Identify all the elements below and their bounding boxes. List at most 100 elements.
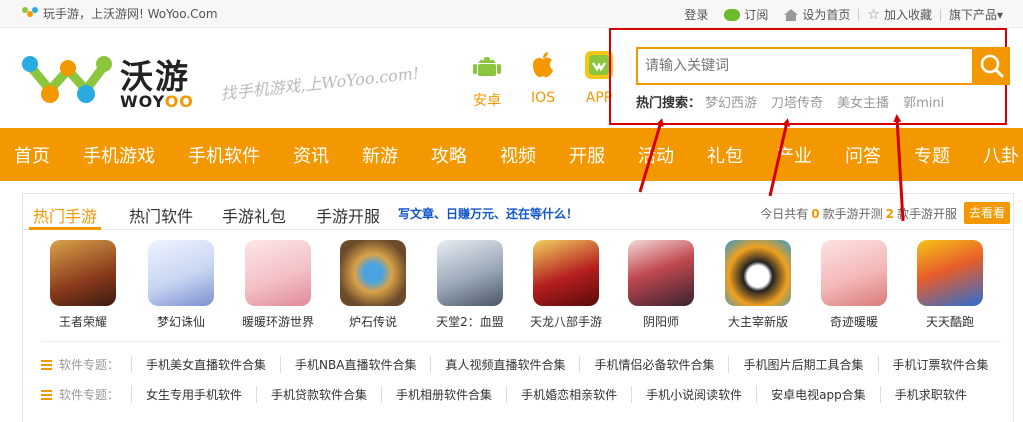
game-card[interactable]: 奇迹暖暖 xyxy=(807,240,901,330)
game-name: 奇迹暖暖 xyxy=(829,315,878,329)
nav-item-guides[interactable]: 攻略 xyxy=(431,142,467,168)
game-thumbnail xyxy=(50,240,116,306)
nav-item-videos[interactable]: 视频 xyxy=(500,142,536,168)
nav-item-gossip[interactable]: 八卦 xyxy=(983,142,1019,168)
active-tab-indicator xyxy=(29,227,101,230)
tab-game-gifts[interactable]: 手游礼包 xyxy=(222,203,286,227)
platform-android-label: 安卓 xyxy=(473,93,501,109)
game-card[interactable]: 梦幻诛仙 xyxy=(134,240,228,330)
game-card[interactable]: 暖暖环游世界 xyxy=(231,240,325,330)
hot-content-panel: 热门手游 热门软件 手游礼包 手游开服 写文章、日赚万元、还在等什么！ 今日共有… xyxy=(22,193,1014,422)
topic-link[interactable]: 手机订票软件合集 xyxy=(877,355,1003,373)
topic-link[interactable]: 手机图片后期工具合集 xyxy=(728,355,877,373)
game-thumbnail xyxy=(628,240,694,306)
game-thumbnail xyxy=(725,240,791,306)
nav-item-server-open[interactable]: 开服 xyxy=(569,142,605,168)
hot-search-label: 热门搜索： xyxy=(636,96,702,111)
login-link[interactable]: 登录 xyxy=(676,6,716,23)
star-icon: ☆ xyxy=(867,6,880,23)
favorite-link[interactable]: ☆ 加入收藏 xyxy=(859,6,940,23)
list-icon xyxy=(41,359,52,370)
test-count: 0 xyxy=(811,207,820,221)
topic-link[interactable]: 手机美女直播软件合集 xyxy=(131,355,280,373)
game-thumbnail xyxy=(340,240,406,306)
nav-item-industry[interactable]: 产业 xyxy=(776,142,812,168)
platform-ios[interactable]: IOS xyxy=(523,50,563,110)
top-links: 登录 订阅 设为首页 ☆ 加入收藏 旗下产品▾ xyxy=(676,6,1011,23)
platform-links: 安卓 IOS APP xyxy=(467,50,619,110)
home-icon xyxy=(784,8,799,21)
nav-item-events[interactable]: 活动 xyxy=(638,142,674,168)
game-card[interactable]: 阴阳师 xyxy=(614,240,708,330)
list-icon xyxy=(41,389,52,400)
game-card[interactable]: 天堂2：血盟 xyxy=(423,240,517,330)
site-slogan: 玩手游，上沃游网! WoYoo.Com xyxy=(22,5,218,22)
hot-search-term[interactable]: 郭mini xyxy=(903,92,944,111)
game-name: 天天酷跑 xyxy=(925,315,974,329)
topic-link[interactable]: 手机相册软件合集 xyxy=(381,385,506,403)
game-name: 王者荣耀 xyxy=(58,315,107,329)
game-card[interactable]: 天龙八部手游 xyxy=(519,240,613,330)
logo-chinese-name: 沃游 xyxy=(120,57,190,96)
game-card[interactable]: 天天酷跑 xyxy=(903,240,997,330)
topic-link[interactable]: 手机贷款软件合集 xyxy=(256,385,381,403)
nav-item-mobile-software[interactable]: 手机软件 xyxy=(188,142,260,168)
game-name: 暖暖环游世界 xyxy=(241,315,314,329)
tab-game-servers[interactable]: 手游开服 xyxy=(316,203,380,227)
promo-link[interactable]: 写文章、日赚万元、还在等什么！ xyxy=(398,205,578,222)
topic-link[interactable]: 手机NBA直播软件合集 xyxy=(280,355,430,373)
platform-ios-label: IOS xyxy=(530,90,556,106)
topic-label: 软件专题： xyxy=(59,387,120,402)
divider xyxy=(41,341,1001,342)
game-name: 天龙八部手游 xyxy=(529,315,602,329)
topic-link[interactable]: 手机婚恋相亲软件 xyxy=(506,385,631,403)
search-input[interactable] xyxy=(636,47,974,85)
tab-hot-software[interactable]: 热门软件 xyxy=(129,203,193,227)
topic-link[interactable]: 手机小说阅读软件 xyxy=(631,385,756,403)
hot-search-term[interactable]: 美女主播 xyxy=(837,92,889,111)
hot-search-term[interactable]: 梦幻西游 xyxy=(705,92,757,111)
nav-item-mobile-games[interactable]: 手机游戏 xyxy=(83,142,155,168)
topic-link[interactable]: 手机求职软件 xyxy=(879,385,981,403)
tab-hot-games[interactable]: 热门手游 xyxy=(33,203,97,227)
search-icon xyxy=(980,54,1004,78)
products-dropdown[interactable]: 旗下产品▾ xyxy=(941,6,1011,23)
game-name: 梦幻诛仙 xyxy=(156,315,205,329)
game-name: 炉石传说 xyxy=(348,315,397,329)
topic-link[interactable]: 女生专用手机软件 xyxy=(131,385,256,403)
topic-row: 软件专题： 女生专用手机软件 手机贷款软件合集 手机相册软件合集 手机婚恋相亲软… xyxy=(41,384,981,404)
game-name: 阴阳师 xyxy=(642,315,679,329)
game-name: 天堂2：血盟 xyxy=(436,315,504,329)
site-logo[interactable]: 沃游 WOYOO xyxy=(20,48,205,118)
nav-item-topics[interactable]: 专题 xyxy=(914,142,950,168)
topic-link[interactable]: 真人视频直播软件合集 xyxy=(430,355,579,373)
slogan-text: 玩手游，上沃游网! WoYoo.Com xyxy=(43,7,218,21)
hot-search-term[interactable]: 刀塔传奇 xyxy=(771,92,823,111)
game-card[interactable]: 王者荣耀 xyxy=(36,240,130,330)
topic-label: 软件专题： xyxy=(59,357,120,372)
look-button[interactable]: 去看看 xyxy=(964,202,1010,224)
set-home-link[interactable]: 设为首页 xyxy=(776,6,858,23)
game-thumbnail xyxy=(821,240,887,306)
game-grid: 王者荣耀 梦幻诛仙 暖暖环游世界 炉石传说 天堂2：血盟 天龙八部手游 阴阳师 xyxy=(23,240,1013,330)
nav-item-qa[interactable]: 问答 xyxy=(845,142,881,168)
platform-android[interactable]: 安卓 xyxy=(467,50,507,110)
tagline: 找手机游戏,上WoYoo.com! xyxy=(219,63,421,104)
game-card[interactable]: 大主宰新版 xyxy=(711,240,805,330)
top-bar: 玩手游，上沃游网! WoYoo.Com 登录 订阅 设为首页 ☆ 加入收藏 旗下产… xyxy=(0,0,1023,28)
nav-item-gift-packs[interactable]: 礼包 xyxy=(707,142,743,168)
topic-link[interactable]: 手机情侣必备软件合集 xyxy=(579,355,728,373)
game-thumbnail xyxy=(437,240,503,306)
search-button[interactable] xyxy=(974,47,1010,85)
nav-item-home[interactable]: 首页 xyxy=(14,142,50,168)
hot-search: 热门搜索： 梦幻西游 刀塔传奇 美女主播 郭mini xyxy=(636,92,944,111)
topic-row: 软件专题： 手机美女直播软件合集 手机NBA直播软件合集 真人视频直播软件合集 … xyxy=(41,354,1003,374)
subscribe-link[interactable]: 订阅 xyxy=(716,6,776,23)
game-card[interactable]: 炉石传说 xyxy=(326,240,420,330)
nav-item-news[interactable]: 资讯 xyxy=(293,142,329,168)
topic-link[interactable]: 安卓电视app合集 xyxy=(756,385,880,403)
apple-icon xyxy=(532,52,553,78)
android-icon xyxy=(473,57,501,76)
content-tabs: 热门手游 热门软件 手游礼包 手游开服 写文章、日赚万元、还在等什么！ 今日共有… xyxy=(23,194,1013,230)
nav-item-new-games[interactable]: 新游 xyxy=(362,142,398,168)
